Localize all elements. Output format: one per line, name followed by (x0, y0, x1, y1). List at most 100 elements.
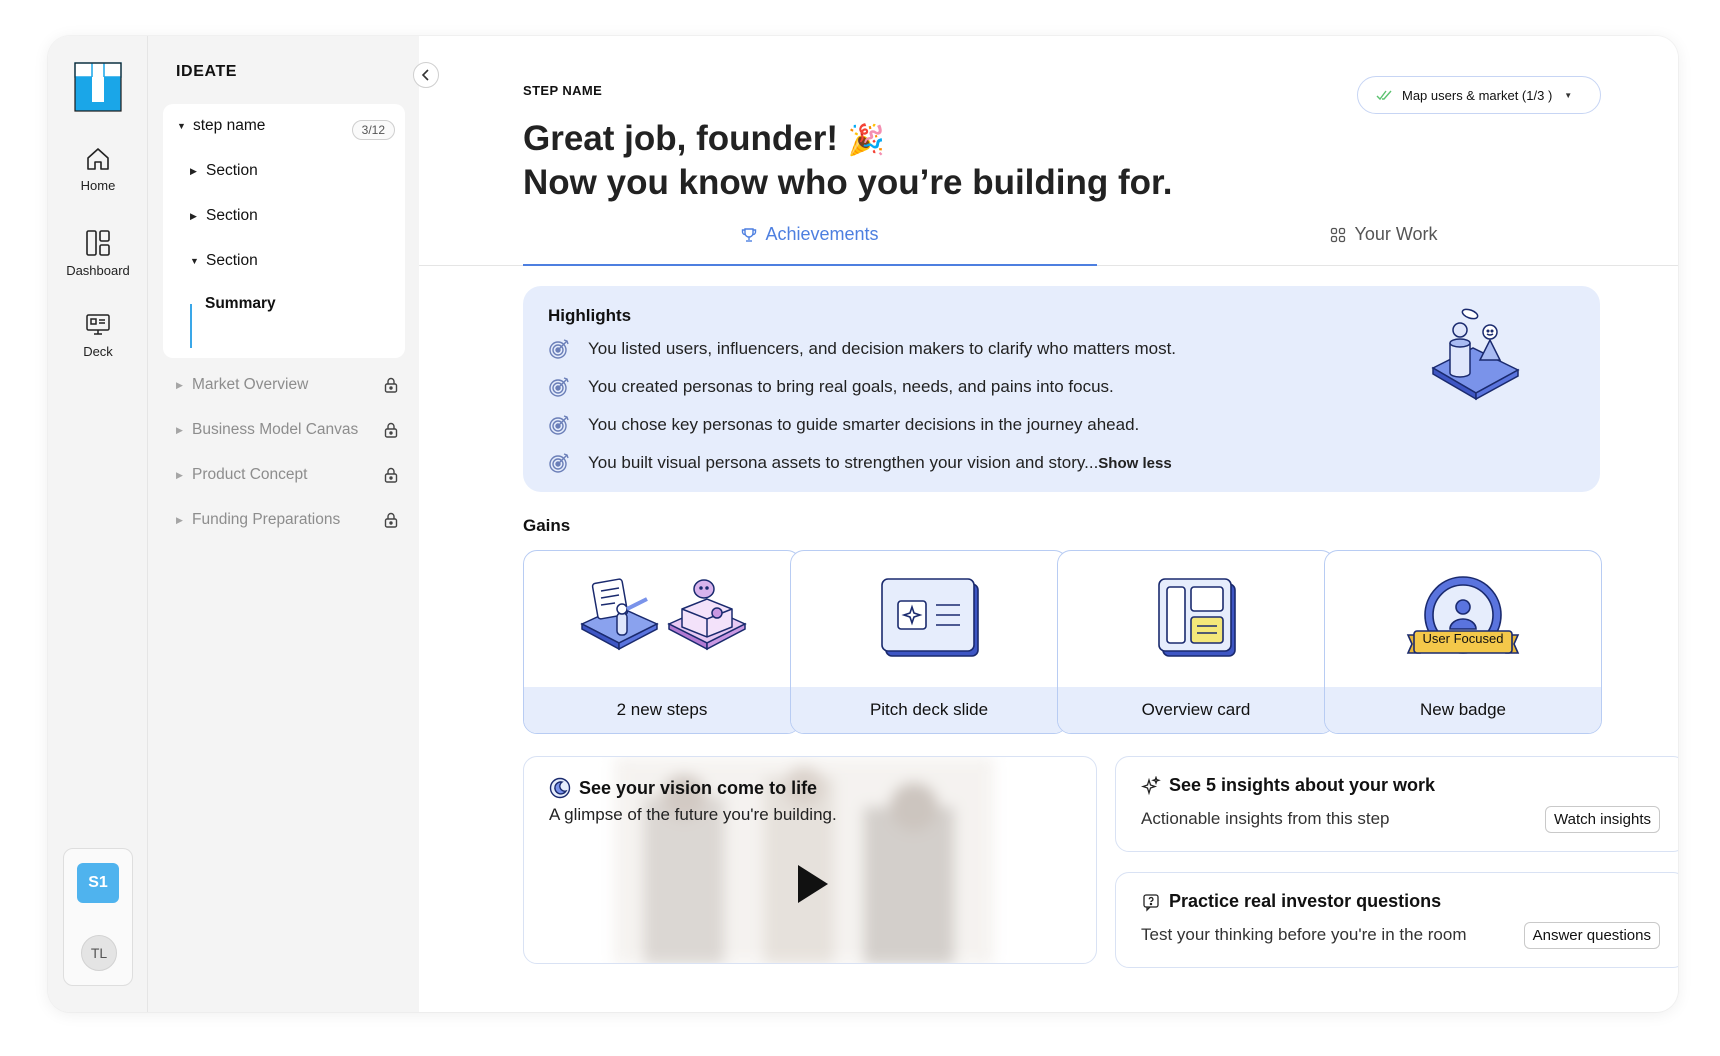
section-label: Section (206, 162, 258, 179)
rail-item-label: Deck (83, 344, 113, 359)
practice-card: Practice real investor questions Test yo… (1115, 872, 1678, 968)
overview-card-icon (1158, 578, 1236, 657)
question-chat-icon (1143, 893, 1159, 912)
gain-card-pitch-deck-slide[interactable]: Pitch deck slide (790, 550, 1068, 734)
video-title: See your vision come to life (579, 777, 818, 798)
target-icon (549, 339, 569, 359)
step-label: step name (193, 117, 266, 134)
highlight-item: You chose key personas to guide smarter … (548, 414, 1139, 436)
account-switcher: S1 TL (63, 848, 133, 986)
practice-subtitle: Test your thinking before you're in the … (1141, 925, 1467, 944)
new-steps-illustration-icon (580, 578, 747, 651)
grid-icon (1331, 227, 1346, 242)
sidebar-section-3[interactable]: ▼ Section (190, 252, 258, 270)
locked-step-funding-preparations[interactable]: ▶ Funding Preparations (176, 511, 404, 529)
locked-step-label: Market Overview (192, 376, 309, 393)
caret-right-icon: ▶ (176, 514, 183, 525)
answer-questions-button[interactable]: Answer questions (1523, 922, 1660, 949)
highlight-item: You built visual persona assets to stren… (548, 452, 1172, 474)
dashboard-icon (86, 230, 110, 256)
tab-your-work[interactable]: Your Work (1097, 204, 1671, 265)
insights-title-row: See 5 insights about your work (1141, 775, 1435, 796)
main-content: STEP NAME Great job, founder! 🎉 Now you … (419, 36, 1678, 1012)
avatar[interactable]: TL (81, 935, 117, 971)
gain-card-overview-card[interactable]: Overview card (1057, 550, 1335, 734)
double-check-icon (1376, 90, 1392, 101)
party-emoji-icon: 🎉 (847, 124, 886, 157)
show-less-link[interactable]: Show less (1098, 455, 1171, 472)
rail-item-home[interactable]: Home (48, 146, 148, 193)
locked-step-label: Product Concept (192, 466, 308, 483)
gain-card-label: Overview card (1058, 687, 1334, 733)
insights-title: See 5 insights about your work (1169, 775, 1436, 795)
pitch-deck-slide-icon (881, 578, 979, 657)
gain-card-new-badge[interactable]: User Focused New badge (1324, 550, 1602, 734)
active-indicator (190, 304, 192, 348)
personas-illustration-icon (1431, 308, 1520, 401)
locked-step-product-concept[interactable]: ▶ Product Concept (176, 466, 404, 484)
workspace-badge[interactable]: S1 (77, 863, 119, 903)
watch-insights-button[interactable]: Watch insights (1545, 806, 1660, 833)
locked-step-label: Business Model Canvas (192, 421, 359, 438)
collapse-sidebar-button[interactable] (413, 62, 439, 88)
gain-card-label: New badge (1325, 687, 1601, 733)
caret-down-icon: ▼ (177, 121, 186, 131)
gains-title: Gains (523, 516, 571, 535)
page-title: Great job, founder! 🎉 Now you know who y… (523, 118, 1172, 204)
sidebar-title: IDEATE (176, 63, 238, 80)
insights-card: See 5 insights about your work Actionabl… (1115, 756, 1678, 852)
caret-right-icon: ▶ (176, 469, 183, 480)
locked-step-market-overview[interactable]: ▶ Market Overview (176, 376, 404, 394)
deck-icon (86, 314, 110, 335)
highlight-item: You listed users, influencers, and decis… (548, 338, 1176, 360)
left-rail: Home Dashboard Deck S1 TL (48, 36, 148, 1012)
highlight-item: You created personas to bring real goals… (548, 376, 1114, 398)
sidebar-section-1[interactable]: ▶ Section (190, 162, 258, 180)
sidebar-item-summary[interactable]: Summary (205, 295, 276, 313)
home-icon (87, 148, 109, 170)
gain-card-label: Pitch deck slide (791, 687, 1067, 733)
lock-icon (384, 422, 398, 438)
badge-label: User Focused (1422, 631, 1504, 646)
highlight-text: You created personas to bring real goals… (588, 377, 1114, 396)
sidebar-section-2[interactable]: ▶ Section (190, 207, 258, 225)
rail-item-label: Dashboard (66, 263, 130, 278)
tab-label: Achievements (765, 224, 879, 244)
target-icon (549, 415, 569, 435)
vision-video-card[interactable]: See your vision come to life A glimpse o… (523, 756, 1097, 964)
badge-medal-icon (1406, 576, 1520, 654)
rail-item-deck[interactable]: Deck (48, 312, 148, 359)
headline-line-1: Great job, founder! (523, 119, 838, 158)
step-progress-dropdown[interactable]: Map users & market (1/3 ) ▼ (1357, 76, 1601, 114)
locked-step-business-model-canvas[interactable]: ▶ Business Model Canvas (176, 421, 404, 439)
insights-subtitle: Actionable insights from this step (1141, 809, 1390, 828)
lock-icon (384, 467, 398, 483)
highlight-text: You listed users, influencers, and decis… (588, 339, 1177, 358)
video-title-row: See your vision come to life (549, 777, 817, 799)
current-step-row[interactable]: ▼ step name (177, 117, 265, 135)
caret-right-icon: ▶ (190, 165, 197, 176)
section-label: Section (206, 207, 258, 224)
current-step-card: ▼ step name 3/12 ▶ Section ▶ Section ▼ S… (163, 104, 405, 358)
target-icon (549, 453, 569, 473)
caret-down-icon: ▼ (190, 256, 199, 266)
step-count-badge: 3/12 (351, 120, 395, 140)
caret-right-icon: ▶ (176, 379, 183, 390)
section-label: Section (206, 252, 258, 269)
tab-achievements[interactable]: Achievements (523, 204, 1097, 266)
gain-card-new-steps[interactable]: 2 new steps (523, 550, 801, 734)
practice-title-row: Practice real investor questions (1141, 891, 1441, 912)
step-progress-label: Map users & market (1/3 ) (1402, 87, 1553, 103)
highlights-title: Highlights (548, 306, 632, 325)
tab-label: Your Work (1354, 224, 1438, 244)
locked-step-label: Funding Preparations (192, 511, 341, 528)
highlight-text: You built visual persona assets to stren… (588, 453, 1099, 472)
rail-item-dashboard[interactable]: Dashboard (48, 229, 148, 278)
gain-card-label: 2 new steps (524, 687, 800, 733)
chevron-left-icon (421, 69, 429, 81)
rail-item-label: Home (80, 178, 116, 193)
app-logo[interactable] (74, 62, 122, 112)
play-icon[interactable] (796, 863, 830, 905)
caret-right-icon: ▶ (190, 210, 197, 221)
caret-right-icon: ▶ (176, 424, 183, 435)
